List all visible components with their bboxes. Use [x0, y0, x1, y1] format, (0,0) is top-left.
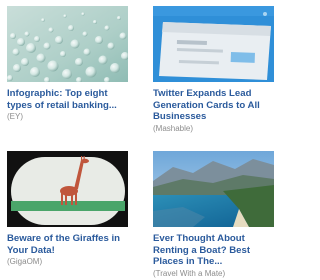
article-source: (Mashable) [153, 123, 194, 133]
article-headline[interactable]: Beware of the Giraffes in Your Data! [7, 233, 128, 256]
article-headline[interactable]: Twitter Expands Lead Generation Cards to… [153, 88, 274, 123]
coastal-bay-image[interactable] [153, 151, 274, 227]
article-grid: Infographic: Top eight types of retail b… [0, 0, 277, 280]
blue-card-image[interactable] [153, 6, 274, 82]
article-source: (EY) [7, 112, 23, 122]
article-source: (Travel With a Mate) [153, 268, 226, 278]
article-card-4[interactable]: Ever Thought About Renting a Boat? Best … [153, 151, 274, 279]
article-card-3[interactable]: Beware of the Giraffes in Your Data! (Gi… [7, 151, 128, 267]
article-card-1[interactable]: Infographic: Top eight types of retail b… [7, 6, 128, 122]
water-droplets-image[interactable] [7, 6, 128, 82]
article-card-2[interactable]: Twitter Expands Lead Generation Cards to… [153, 6, 274, 134]
article-source: (GigaOM) [7, 257, 43, 267]
article-headline[interactable]: Ever Thought About Renting a Boat? Best … [153, 233, 274, 268]
article-headline[interactable]: Infographic: Top eight types of retail b… [7, 88, 128, 111]
giraffe-binoculars-image[interactable] [7, 151, 128, 227]
